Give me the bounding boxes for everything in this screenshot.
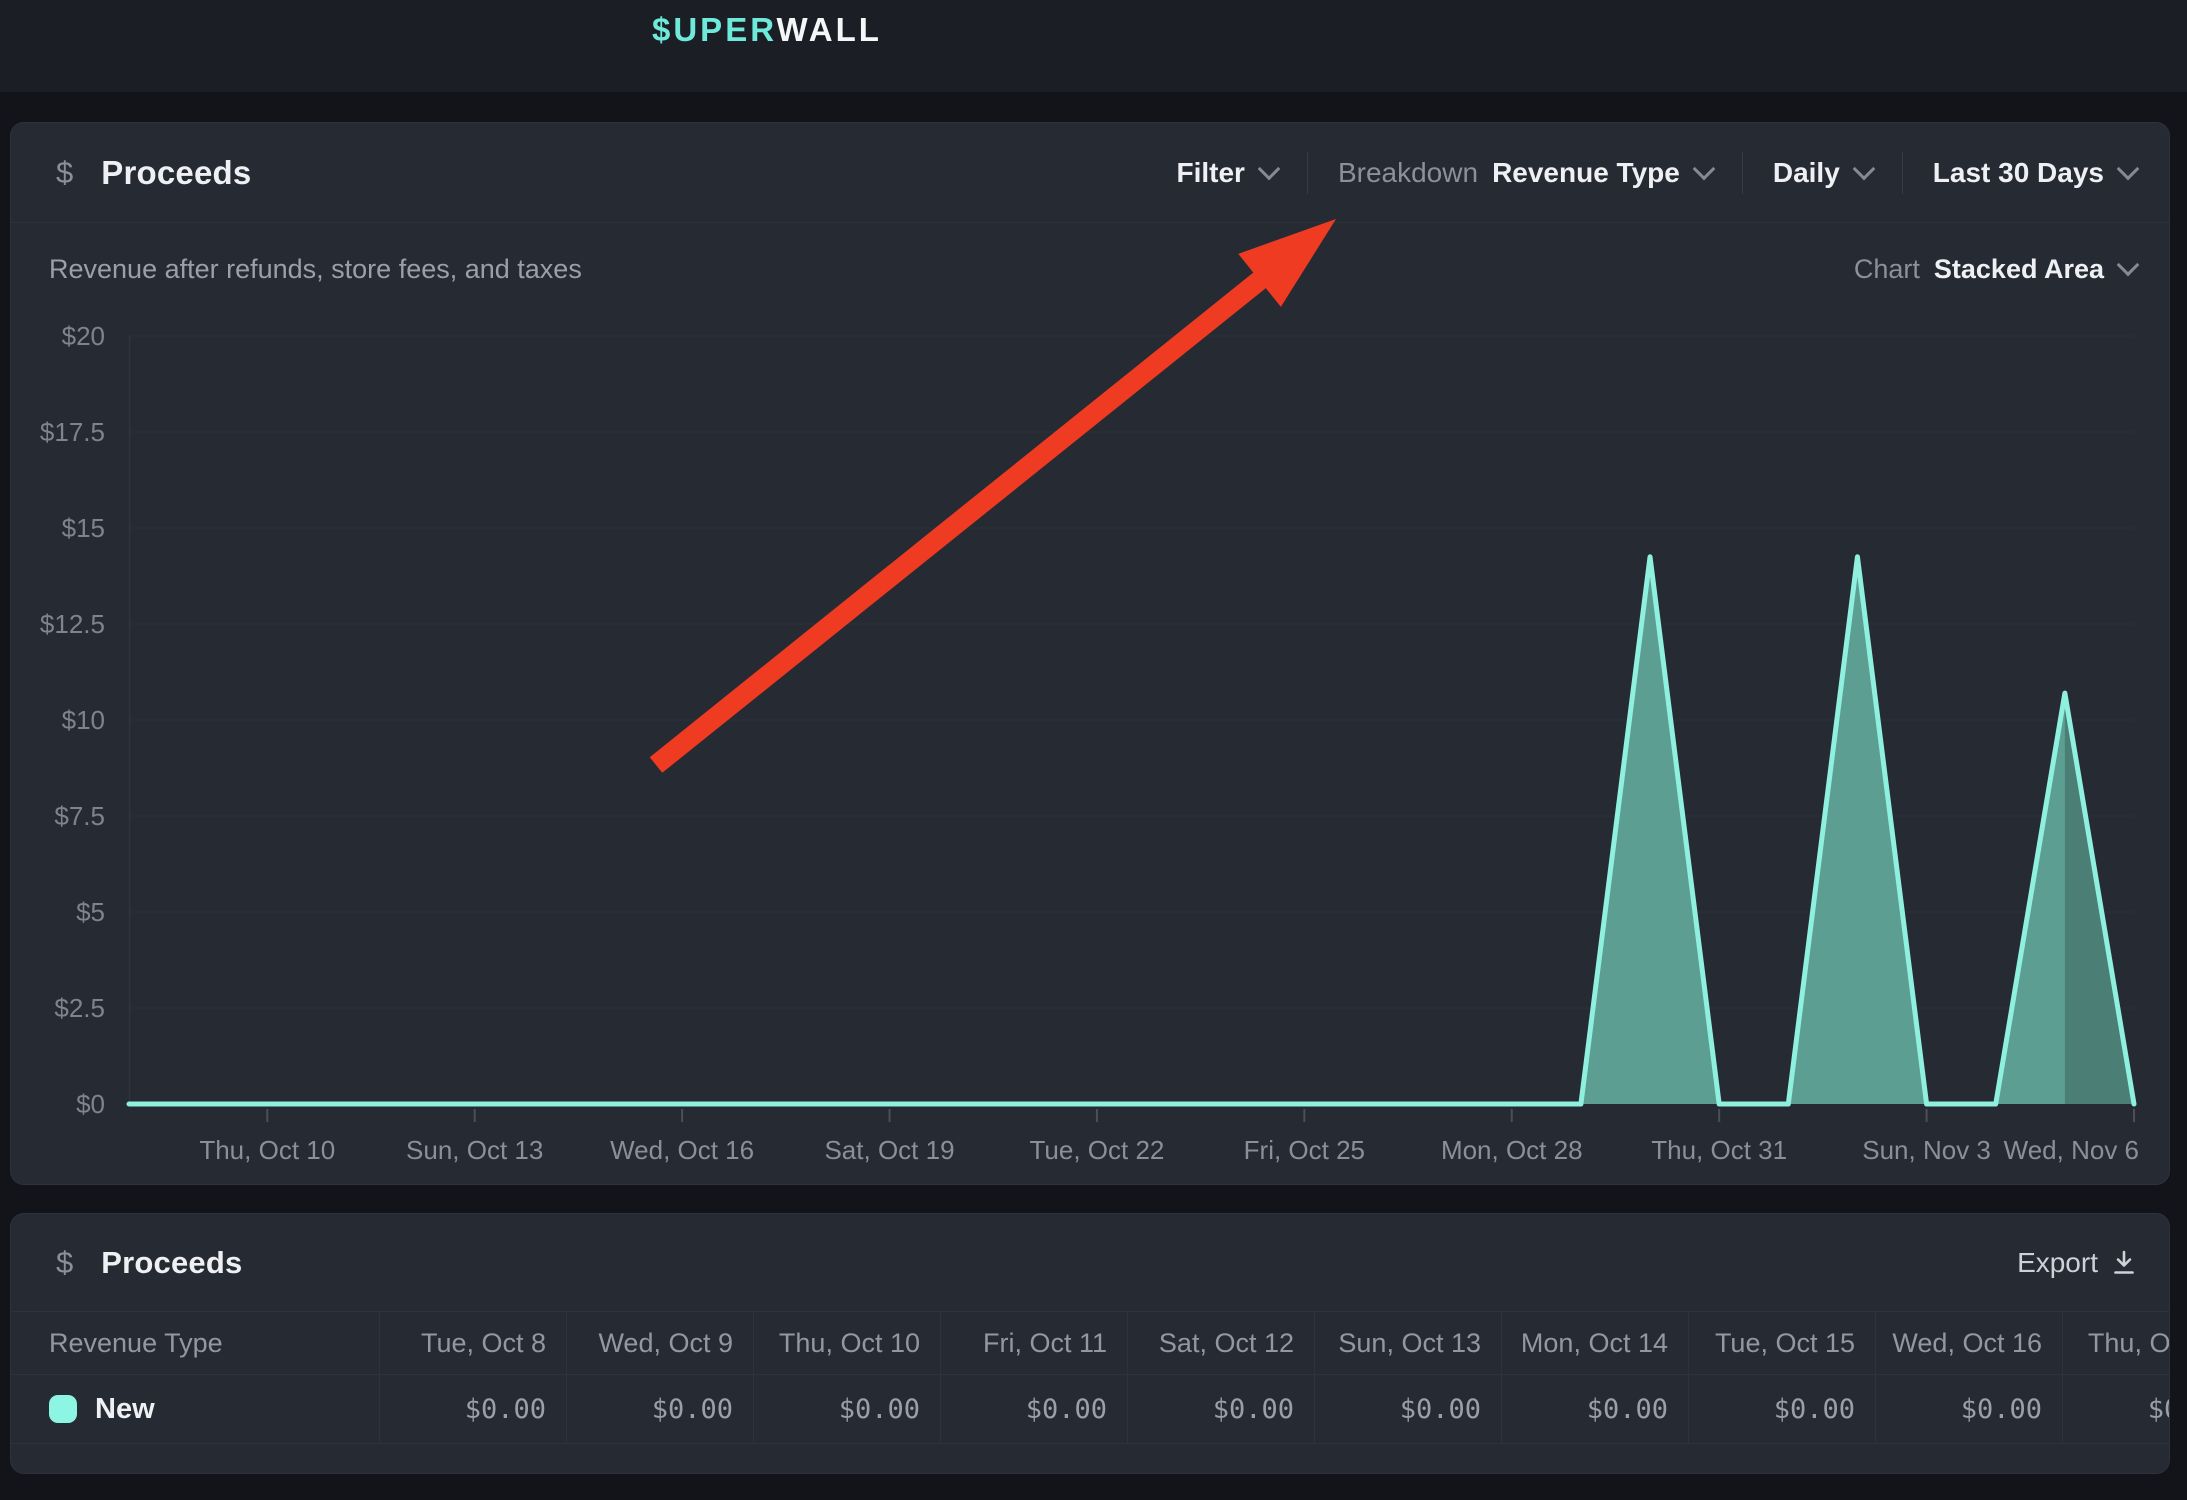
table-card-header: $ Proceeds Export [11,1214,2169,1311]
value-cell: $0.00 [1688,1375,1875,1443]
value-cell: $0.00 [1314,1375,1501,1443]
x-axis-label: Wed, Oct 16 [577,1135,787,1166]
column-header-text: Wed, Oct 16 [1892,1328,2042,1359]
cell-value: $0.00 [652,1394,733,1425]
y-axis-label: $17.5 [23,417,105,448]
column-header-date: Sat, Oct 12 [1127,1312,1314,1374]
column-header-date: Wed, Oct 9 [566,1312,753,1374]
y-axis-label: $5 [23,897,105,928]
value-cell: $0.00 [2062,1375,2170,1443]
column-header-date: Mon, Oct 14 [1501,1312,1688,1374]
x-axis-label: Sat, Oct 19 [785,1135,995,1166]
x-axis-label: Thu, Oct 31 [1614,1135,1824,1166]
cell-value: $0.00 [1400,1394,1481,1425]
y-axis-label: $20 [23,321,105,352]
proceeds-chart-card: $ Proceeds Filter Breakdown Revenue Type… [10,122,2170,1185]
column-header-text: Sat, Oct 12 [1159,1328,1294,1359]
column-header-text: Thu, Oct 17 [2088,1328,2170,1359]
column-header-text: Fri, Oct 11 [983,1328,1107,1359]
y-axis-label: $12.5 [23,609,105,640]
column-header-revenue-type: Revenue Type [11,1312,379,1374]
export-label: Export [2017,1247,2098,1279]
x-axis-label: Mon, Oct 28 [1407,1135,1617,1166]
value-cell: $0.00 [753,1375,940,1443]
column-header-text: Tue, Oct 15 [1715,1328,1855,1359]
cell-value: $0.00 [1961,1394,2042,1425]
value-cell: $0.00 [379,1375,566,1443]
y-axis-label: $15 [23,513,105,544]
x-axis-label: Wed, Nov 6 [1929,1135,2139,1166]
column-header-text: Revenue Type [49,1328,223,1359]
column-header-date: Tue, Oct 8 [379,1312,566,1374]
x-axis-label: Fri, Oct 25 [1199,1135,1409,1166]
value-cell: $0.00 [1501,1375,1688,1443]
logo-accent-text: $UPER [652,11,776,48]
cell-value: $0.00 [2148,1394,2170,1425]
x-axis-label: Thu, Oct 10 [162,1135,372,1166]
column-header-text: Sun, Oct 13 [1338,1328,1481,1359]
y-axis-label: $2.5 [23,993,105,1024]
stacked-area-chart [11,123,2170,1185]
series-color-swatch [49,1395,77,1423]
row-label-cell: New [11,1375,379,1443]
value-cell: $0.00 [566,1375,753,1443]
table-card-title: Proceeds [101,1245,242,1281]
table-header-row: Revenue Type Tue, Oct 8 Wed, Oct 9 Thu, Oct… [11,1311,2170,1375]
value-cell: $0.00 [940,1375,1127,1443]
column-header-text: Wed, Oct 9 [598,1328,733,1359]
row-label: New [95,1393,155,1426]
value-cell: $0.00 [1875,1375,2062,1443]
cell-value: $0.00 [465,1394,546,1425]
column-header-date: Fri, Oct 11 [940,1312,1127,1374]
logo-rest-text: WALL [776,11,881,48]
y-axis-label: $7.5 [23,801,105,832]
dashboard-screen: $UPERWALL $ Proceeds Filter Breakdown Re… [0,0,2187,1500]
cell-value: $0.00 [1213,1394,1294,1425]
column-header-date: Thu, Oct 10 [753,1312,940,1374]
table-row: New $0.00 $0.00 $0.00 $0.00 $0.00 $0.00 $0.00 $0… [11,1375,2170,1444]
column-header-text: Thu, Oct 10 [779,1328,920,1359]
column-header-date: Tue, Oct 15 [1688,1312,1875,1374]
cell-value: $0.00 [1774,1394,1855,1425]
x-axis-label: Sun, Oct 13 [370,1135,580,1166]
download-icon [2112,1250,2136,1276]
column-header-date: Thu, Oct 17 [2062,1312,2170,1374]
column-header-text: Mon, Oct 14 [1521,1328,1668,1359]
cell-value: $0.00 [1587,1394,1668,1425]
area-fill [129,557,2134,1104]
value-cell: $0.00 [1127,1375,1314,1443]
column-header-date: Wed, Oct 16 [1875,1312,2062,1374]
dollar-icon: $ [56,1245,73,1281]
x-axis-label: Tue, Oct 22 [992,1135,1202,1166]
superwall-logo: $UPERWALL [652,11,882,49]
y-axis-label: $0 [23,1089,105,1120]
export-button[interactable]: Export [2017,1247,2136,1279]
proceeds-table: Revenue Type Tue, Oct 8 Wed, Oct 9 Thu, Oct… [11,1311,2170,1444]
cell-value: $0.00 [839,1394,920,1425]
proceeds-table-card: $ Proceeds Export Revenue Type Tue, Oct 8… [10,1213,2170,1474]
column-header-text: Tue, Oct 8 [421,1328,546,1359]
app-header: $UPERWALL [0,0,2187,92]
y-axis-label: $10 [23,705,105,736]
cell-value: $0.00 [1026,1394,1107,1425]
column-header-date: Sun, Oct 13 [1314,1312,1501,1374]
